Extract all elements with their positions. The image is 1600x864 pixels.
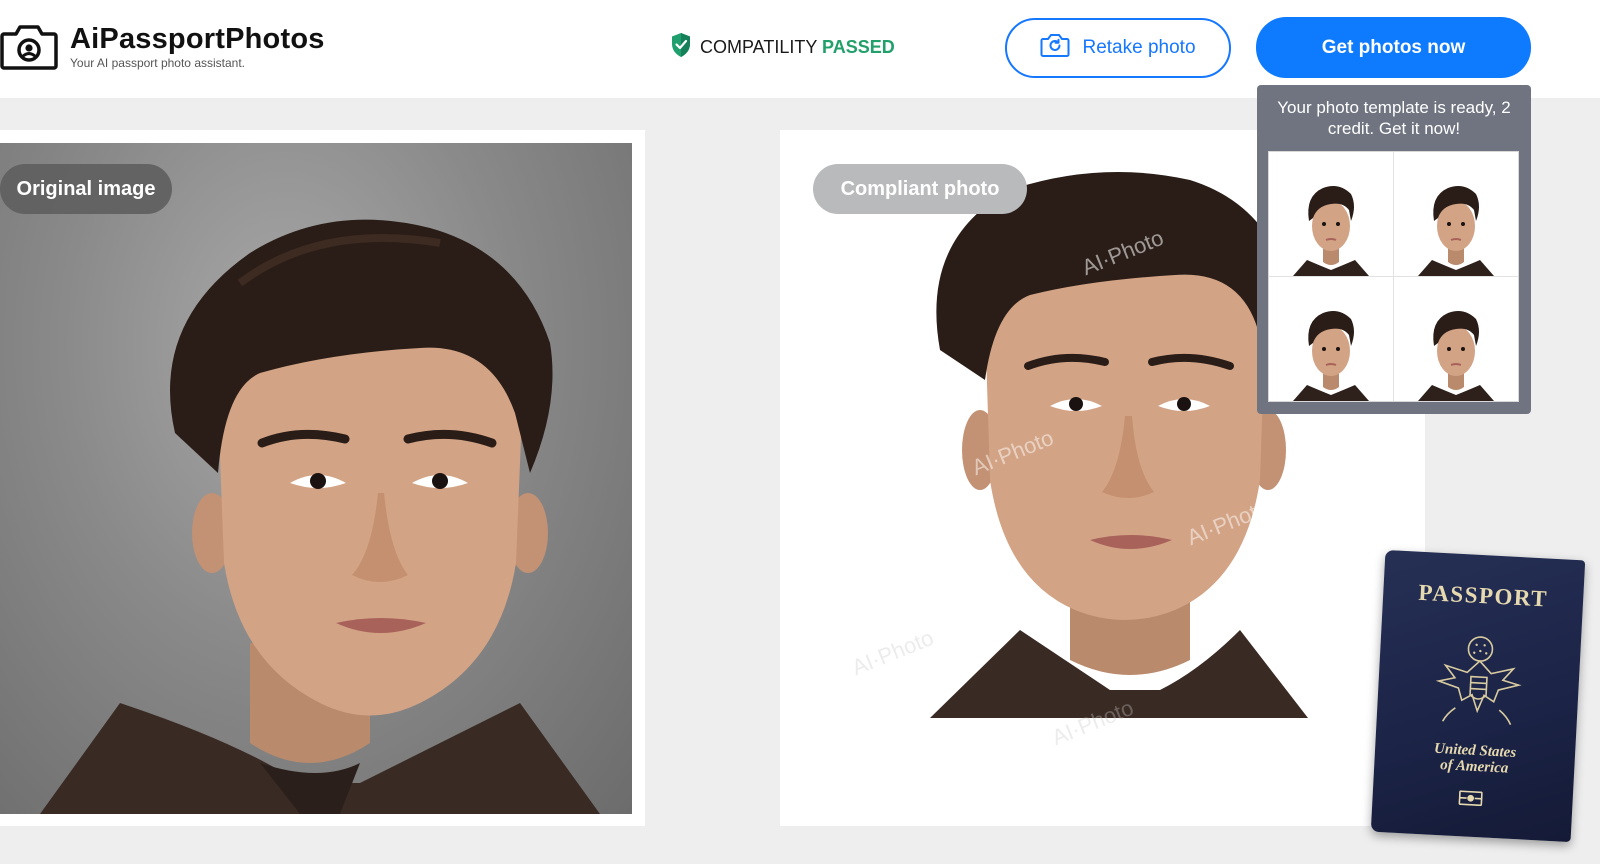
compatibility-label: COMPATILITY [700,36,818,57]
passport-country: United States of America [1374,738,1575,780]
passport-title: PASSPORT [1417,579,1549,612]
popup-message: Your photo template is ready, 2 credit. … [1277,98,1511,138]
get-photos-now-button[interactable]: Get photos now [1256,17,1531,78]
compatibility-status: COMPATILITY PASSED [670,32,895,63]
template-photo [1393,152,1518,277]
top-bar: AiPassportPhotos Your AI passport photo … [0,0,1600,98]
template-ready-popup[interactable]: Your photo template is ready, 2 credit. … [1257,85,1531,414]
biometric-chip-icon [1458,790,1483,807]
retake-photo-label: Retake photo [1082,37,1196,58]
original-photo [0,143,632,814]
compliant-photo-label: Compliant photo [813,164,1027,214]
retake-photo-button[interactable]: Retake photo [1005,18,1231,78]
brand-tagline: Your AI passport photo assistant. [70,56,246,70]
camera-logo-icon [0,22,58,72]
passport-cover: PASSPORT United States of America [1370,549,1586,843]
passport-illustration: PASSPORT United States of America [1370,549,1586,843]
original-image-label: Original image [0,164,172,214]
brand[interactable]: AiPassportPhotos Your AI passport photo … [70,22,325,70]
eagle-seal-icon [1424,624,1533,733]
template-photo [1269,276,1394,401]
photo-template-grid [1268,151,1519,402]
template-photo [1269,152,1394,277]
compatibility-passed: PASSED [822,36,895,57]
shield-check-icon [670,32,692,63]
brand-name: AiPassportPhotos [70,23,325,55]
get-photos-now-label: Get photos now [1321,36,1466,58]
template-photo [1394,277,1519,401]
camera-refresh-icon [1040,32,1070,64]
